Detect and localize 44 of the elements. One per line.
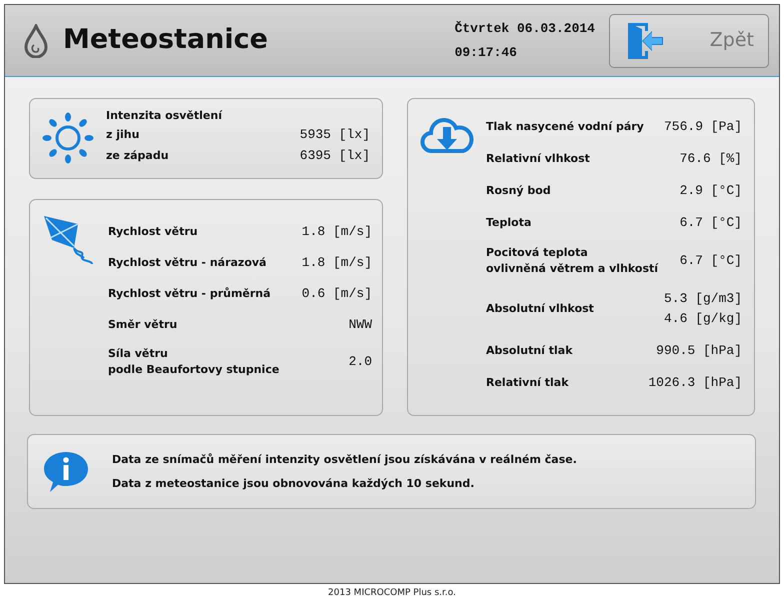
value-text: 6.7 [°C] — [680, 214, 742, 232]
value-text: 76.6 [%] — [680, 150, 742, 168]
value-text: 756.9 [Pa] — [664, 118, 742, 136]
row-label: Rychlost větru - průměrná — [108, 286, 271, 302]
value-text: 4.6 [g/kg] — [664, 310, 742, 328]
info-text: Data ze snímačů měření intenzity osvětlení jsou získávána v reálném čase. — [112, 452, 577, 468]
value-text: 990.5 [hPa] — [656, 342, 742, 360]
cloud-download-icon — [420, 115, 474, 155]
value-text: 6395 [lx] — [300, 147, 370, 165]
row-label: Tlak nasycené vodní páry — [486, 119, 644, 135]
value-text: 2.9 [°C] — [680, 182, 742, 200]
row-label: Relativní vlhkost — [486, 151, 590, 167]
back-button[interactable]: Zpět — [609, 14, 769, 68]
row-label: z jihu — [106, 127, 140, 143]
kite-icon — [42, 214, 94, 266]
page-title: Meteostanice — [63, 23, 268, 58]
time-text: 09:17:46 — [454, 44, 518, 62]
row-label: Rychlost větru - nárazová — [108, 255, 266, 271]
value-text: 5935 [lx] — [300, 126, 370, 144]
row-label: Teplota — [486, 215, 532, 231]
date-text: Čtvrtek 06.03.2014 — [454, 20, 595, 38]
row-label: Absolutní tlak — [486, 343, 573, 359]
section-title: Intenzita osvětlení — [106, 108, 224, 124]
row-label: ze západu — [106, 148, 169, 164]
value-text: 1.8 [m/s] — [302, 223, 372, 241]
value-text: 5.3 [g/m3] — [664, 290, 742, 308]
row-label: Směr větru — [108, 317, 178, 333]
sun-icon — [42, 112, 94, 164]
row-label: Rychlost větru — [108, 224, 198, 240]
row-label: Síla větru podle Beaufortovy stupnice — [108, 346, 280, 378]
row-label: Absolutní vlhkost — [486, 301, 594, 317]
row-label: Pocitová teplota ovlivněná větrem a vlhkostí — [486, 245, 658, 277]
info-text: Data z meteostanice jsou obnovována každých 10 sekund. — [112, 476, 476, 492]
row-label: Relativní tlak — [486, 375, 569, 391]
drop-icon — [23, 24, 49, 58]
value-text: 2.0 — [348, 353, 372, 371]
value-text: 6.7 [°C] — [680, 252, 742, 270]
copyright-text: 2013 MICROCOMP Plus s.r.o. — [327, 587, 457, 600]
row-label: Rosný bod — [486, 183, 551, 199]
value-text: 0.6 [m/s] — [302, 285, 372, 303]
value-text: 1.8 [m/s] — [302, 254, 372, 272]
value-text: 1026.3 [hPa] — [648, 374, 742, 392]
info-icon — [42, 450, 90, 494]
value-text: NWW — [348, 316, 372, 334]
